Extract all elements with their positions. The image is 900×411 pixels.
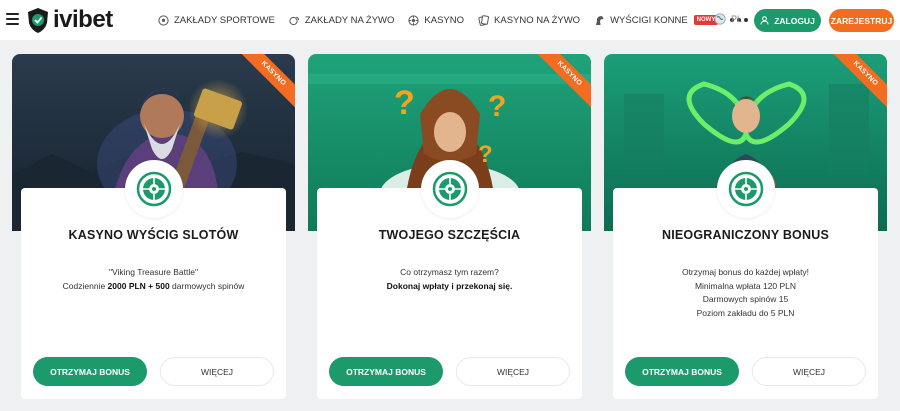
- nav-label: KASYNO: [424, 14, 465, 26]
- roulette-icon: [421, 160, 479, 218]
- nav-label: ZAKŁADY NA ŻYWO: [304, 14, 395, 26]
- svg-text:?: ?: [478, 141, 493, 168]
- soccer-ball-icon: [158, 14, 169, 26]
- login-button[interactable]: ZALOGUJ: [754, 9, 821, 32]
- roulette-icon: [408, 14, 420, 26]
- more-button[interactable]: WIĘCEJ: [752, 357, 866, 386]
- promo-title: NIEOGRANICZONY BONUS: [662, 228, 829, 242]
- nav-item-horse-racing[interactable]: WYŚCIGI KONNE NOWY: [594, 14, 719, 26]
- promo-line: Darmowych spinów 15: [702, 294, 789, 304]
- nav-item-live[interactable]: ZAKŁADY NA ŻYWO: [289, 14, 395, 26]
- promo-line: Poziom zakładu do 5 PLN: [696, 307, 795, 318]
- svg-text:?: ?: [394, 84, 415, 122]
- promo-title: KASYNO WYŚCIG SLOTÓW: [68, 228, 239, 242]
- get-bonus-button[interactable]: OTRZYMAJ BONUS: [329, 357, 443, 386]
- language-label: PL: [731, 14, 743, 24]
- promo-card: KASYNO KASYNO WYŚCIG SLOTÓW "Viking Trea…: [12, 54, 295, 399]
- promo-card: KASYNO NIEOGRANICZONY BONUS Otrzymaj bon…: [604, 54, 887, 399]
- horse-icon: [594, 15, 605, 26]
- register-label: ZAREJESTRUJ: [830, 15, 893, 26]
- promo-description: Co otrzymasz tym razem? Dokonaj wpłaty i…: [317, 266, 582, 293]
- user-icon: [760, 16, 769, 25]
- roulette-icon: [717, 160, 775, 218]
- svg-text:?: ?: [488, 90, 506, 123]
- promo-title: TWOJEGO SZCZĘŚCIA: [378, 228, 521, 242]
- top-header: ivibet ZAKŁADY SPORTOWE ZAKŁADY NA ŻYWO …: [0, 0, 900, 40]
- logo-shield-icon: [28, 7, 48, 33]
- hamburger-menu-icon[interactable]: [6, 13, 19, 25]
- logo[interactable]: ivibet: [26, 5, 113, 35]
- logo-text: ivibet: [53, 6, 113, 33]
- promo-line: "Viking Treasure Battle": [108, 267, 199, 277]
- nav-label: ZAKŁADY SPORTOWE: [174, 14, 275, 26]
- more-button[interactable]: WIĘCEJ: [456, 357, 570, 386]
- globe-icon: [714, 13, 726, 25]
- promo-line: Otrzymaj bonus do każdej wpłaty!: [681, 267, 810, 277]
- promo-line: Codziennie 2000 PLN + 500 darmowych spin…: [62, 280, 245, 291]
- main-nav: ZAKŁADY SPORTOWE ZAKŁADY NA ŻYWO KASYNO …: [158, 0, 749, 40]
- language-selector[interactable]: PL: [714, 13, 742, 25]
- promo-line: Co otrzymasz tym razem?: [400, 267, 499, 277]
- nav-label: WYŚCIGI KONNE: [610, 14, 688, 26]
- live-casino-icon: [478, 14, 490, 26]
- register-button[interactable]: ZAREJESTRUJ: [829, 9, 894, 32]
- promo-line: Dokonaj wpłaty i przekonaj się.: [386, 280, 513, 291]
- promo-card: ? ? ? KASYNO TWOJEGO SZCZĘŚCIA Co otrzym…: [308, 54, 591, 399]
- roulette-icon: [125, 160, 183, 218]
- nav-item-live-casino[interactable]: KASYNO NA ŻYWO: [478, 15, 580, 26]
- live-sports-icon: [289, 15, 300, 26]
- more-button[interactable]: WIĘCEJ: [160, 357, 274, 386]
- promo-line: Minimalna wpłata 120 PLN: [694, 280, 797, 291]
- promo-description: Otrzymaj bonus do każdej wpłaty! Minimal…: [613, 266, 878, 320]
- get-bonus-button[interactable]: OTRZYMAJ BONUS: [625, 357, 739, 386]
- login-label: ZALOGUJ: [774, 15, 815, 26]
- promo-description: "Viking Treasure Battle" Codziennie 2000…: [21, 266, 286, 293]
- get-bonus-button[interactable]: OTRZYMAJ BONUS: [33, 357, 147, 386]
- nav-label: KASYNO NA ŻYWO: [494, 14, 581, 26]
- nav-item-casino[interactable]: KASYNO: [408, 15, 464, 26]
- nav-item-sports[interactable]: ZAKŁADY SPORTOWE: [158, 15, 275, 26]
